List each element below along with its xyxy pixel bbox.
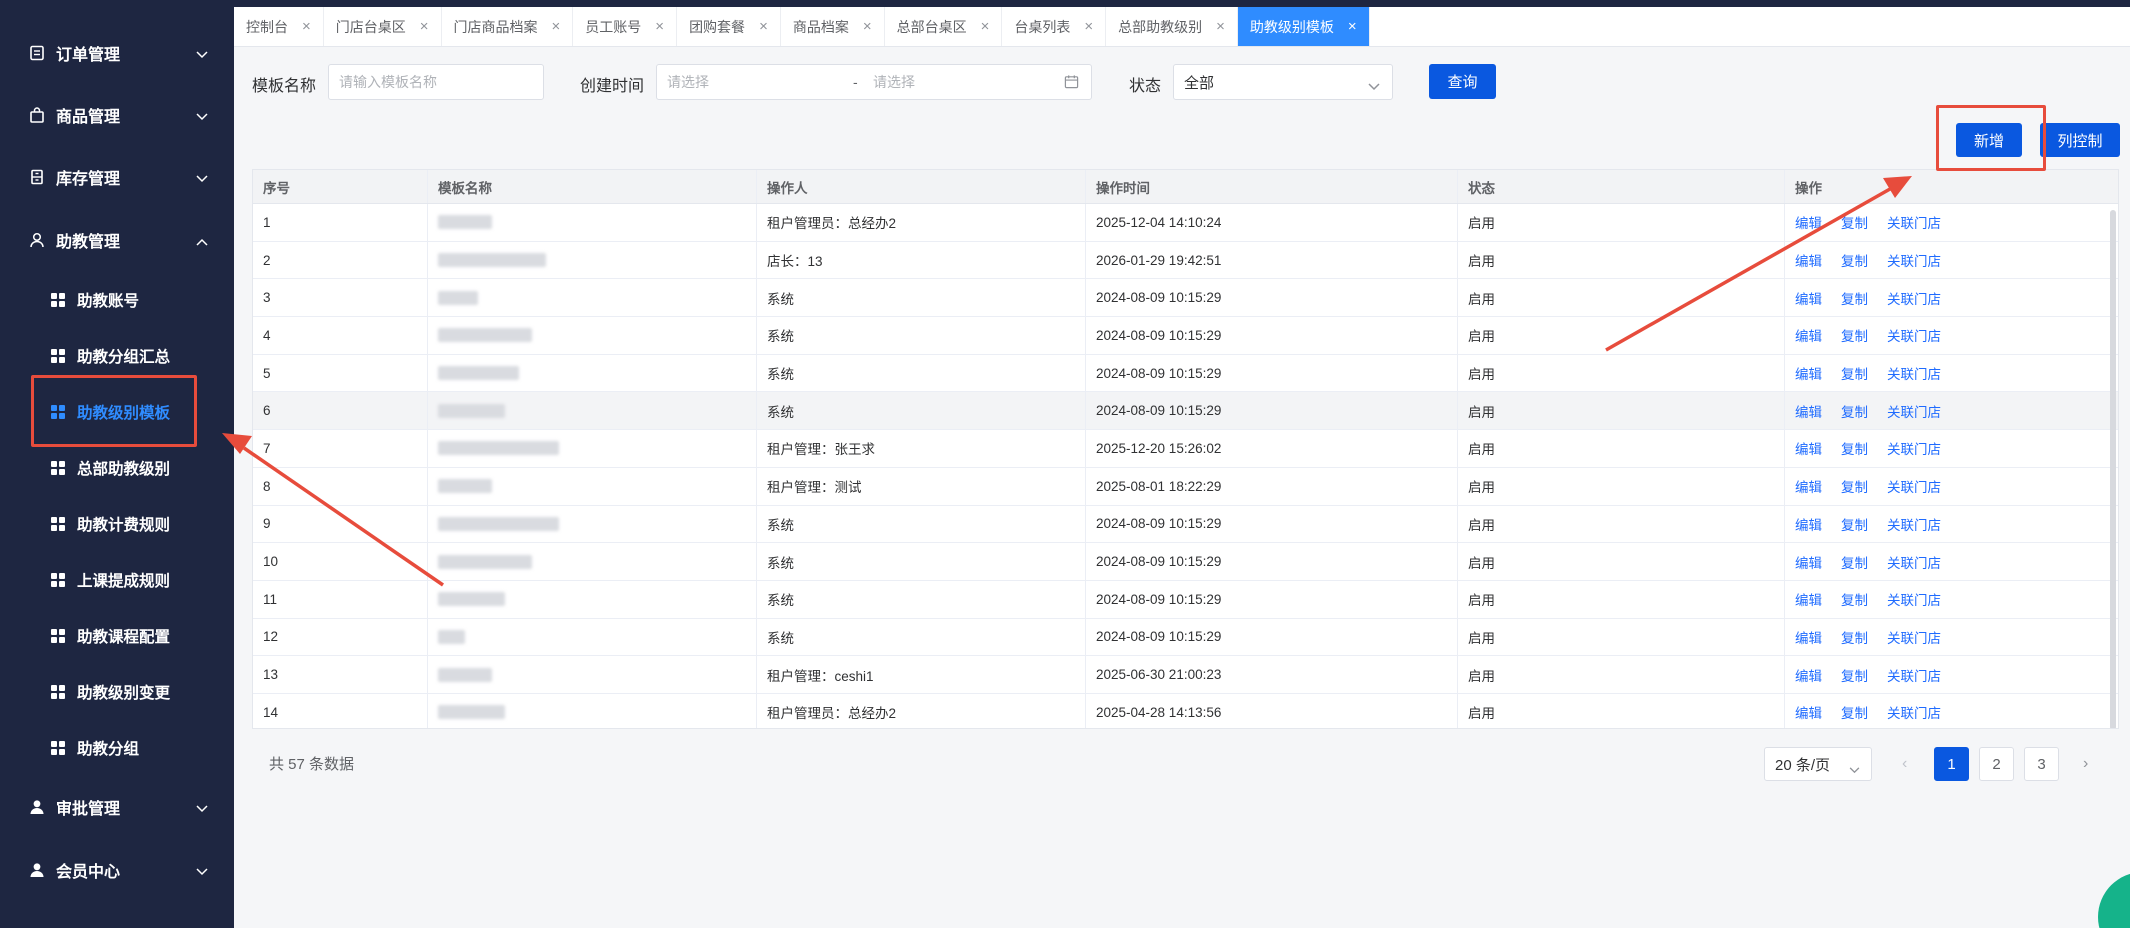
arrow-to-sidebar [243,446,444,587]
annotation-arrows [222,176,1912,587]
arrowhead-right [1883,176,1912,198]
arrow-to-add [1605,187,1891,352]
